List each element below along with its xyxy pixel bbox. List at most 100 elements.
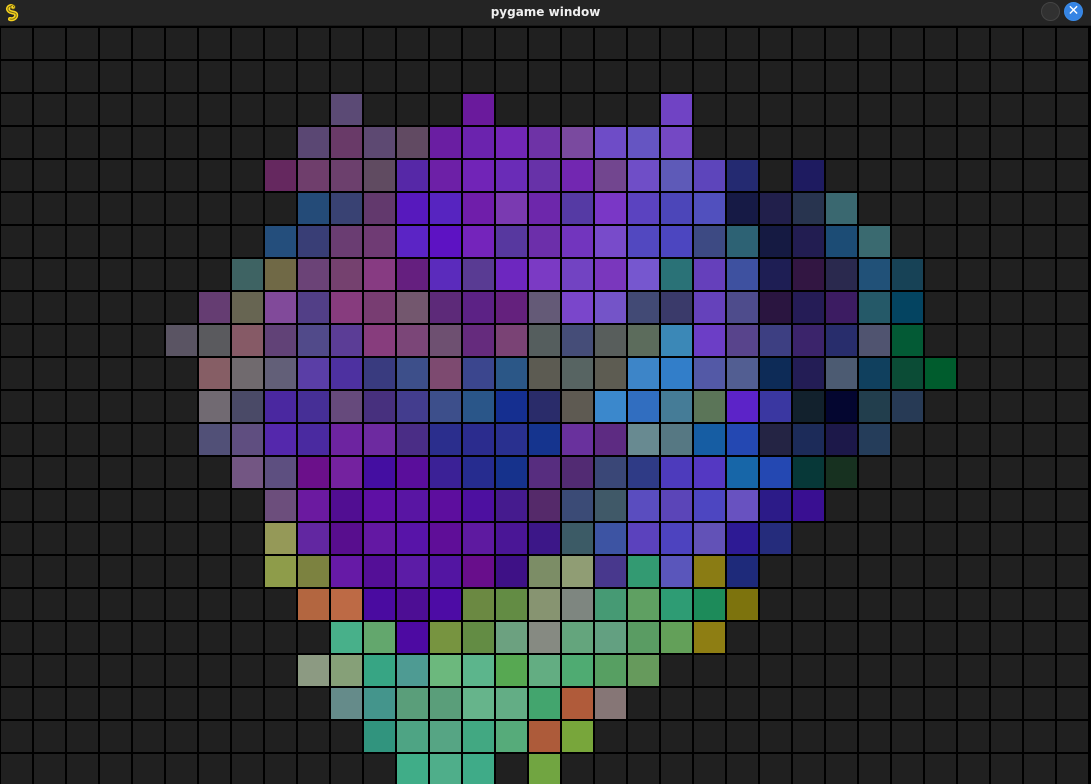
pixel-cell-empty[interactable] — [760, 556, 791, 587]
pixel-cell-filled[interactable] — [331, 160, 362, 191]
pixel-cell-filled[interactable] — [397, 457, 428, 488]
pixel-cell-empty[interactable] — [133, 193, 164, 224]
pixel-cell-empty[interactable] — [793, 622, 824, 653]
pixel-cell-empty[interactable] — [958, 325, 989, 356]
pixel-cell-filled[interactable] — [661, 556, 692, 587]
pixel-cell-filled[interactable] — [628, 424, 659, 455]
pixel-cell-empty[interactable] — [67, 28, 98, 59]
pixel-cell-filled[interactable] — [397, 622, 428, 653]
pixel-cell-filled[interactable] — [727, 391, 758, 422]
pixel-cell-empty[interactable] — [826, 523, 857, 554]
pixel-cell-filled[interactable] — [364, 622, 395, 653]
pixel-cell-filled[interactable] — [859, 259, 890, 290]
pixel-cell-empty[interactable] — [1, 358, 32, 389]
pixel-cell-filled[interactable] — [397, 721, 428, 752]
pixel-cell-filled[interactable] — [562, 193, 593, 224]
pixel-cell-empty[interactable] — [232, 160, 263, 191]
pixel-cell-filled[interactable] — [628, 391, 659, 422]
pixel-cell-empty[interactable] — [991, 688, 1022, 719]
pixel-cell-empty[interactable] — [67, 94, 98, 125]
pixel-cell-filled[interactable] — [562, 424, 593, 455]
pixel-cell-filled[interactable] — [661, 391, 692, 422]
pixel-cell-filled[interactable] — [793, 193, 824, 224]
pixel-cell-filled[interactable] — [694, 391, 725, 422]
pixel-cell-filled[interactable] — [364, 556, 395, 587]
pixel-cell-empty[interactable] — [67, 589, 98, 620]
pixel-cell-filled[interactable] — [529, 193, 560, 224]
pixel-cell-filled[interactable] — [562, 391, 593, 422]
pixel-cell-filled[interactable] — [529, 259, 560, 290]
pixel-cell-empty[interactable] — [166, 523, 197, 554]
pixel-cell-empty[interactable] — [397, 28, 428, 59]
pixel-cell-empty[interactable] — [1057, 127, 1088, 158]
pixel-cell-filled[interactable] — [661, 325, 692, 356]
pixel-cell-filled[interactable] — [727, 160, 758, 191]
pixel-cell-empty[interactable] — [958, 754, 989, 784]
pixel-cell-empty[interactable] — [892, 193, 923, 224]
pixel-cell-empty[interactable] — [892, 721, 923, 752]
pixel-cell-empty[interactable] — [1057, 61, 1088, 92]
pixel-cell-empty[interactable] — [34, 61, 65, 92]
pixel-cell-filled[interactable] — [463, 589, 494, 620]
pixel-cell-empty[interactable] — [199, 589, 230, 620]
pixel-cell-filled[interactable] — [331, 523, 362, 554]
pixel-cell-filled[interactable] — [694, 226, 725, 257]
pixel-cell-empty[interactable] — [265, 721, 296, 752]
pixel-cell-filled[interactable] — [628, 358, 659, 389]
pixel-cell-filled[interactable] — [562, 226, 593, 257]
pixel-cell-empty[interactable] — [199, 127, 230, 158]
pixel-cell-filled[interactable] — [331, 226, 362, 257]
pixel-cell-filled[interactable] — [661, 226, 692, 257]
pixel-cell-filled[interactable] — [364, 127, 395, 158]
pixel-cell-empty[interactable] — [34, 523, 65, 554]
pixel-cell-empty[interactable] — [859, 655, 890, 686]
pixel-cell-filled[interactable] — [793, 292, 824, 323]
pixel-cell-empty[interactable] — [925, 160, 956, 191]
pixel-cell-filled[interactable] — [562, 457, 593, 488]
pixel-cell-empty[interactable] — [199, 523, 230, 554]
pixel-cell-empty[interactable] — [826, 589, 857, 620]
pixel-cell-empty[interactable] — [232, 523, 263, 554]
pixel-cell-filled[interactable] — [199, 325, 230, 356]
pixel-cell-filled[interactable] — [694, 424, 725, 455]
pixel-cell-filled[interactable] — [199, 424, 230, 455]
pixel-cell-empty[interactable] — [199, 688, 230, 719]
pixel-cell-filled[interactable] — [595, 490, 626, 521]
pixel-cell-empty[interactable] — [1057, 589, 1088, 620]
pixel-cell-empty[interactable] — [760, 61, 791, 92]
pixel-cell-filled[interactable] — [265, 226, 296, 257]
pixel-cell-empty[interactable] — [694, 61, 725, 92]
pixel-cell-empty[interactable] — [826, 754, 857, 784]
pixel-cell-filled[interactable] — [628, 259, 659, 290]
pixel-cell-empty[interactable] — [133, 655, 164, 686]
pixel-cell-empty[interactable] — [34, 589, 65, 620]
pixel-cell-empty[interactable] — [100, 589, 131, 620]
pixel-cell-empty[interactable] — [1, 94, 32, 125]
pixel-cell-filled[interactable] — [760, 457, 791, 488]
pixel-cell-empty[interactable] — [166, 160, 197, 191]
pixel-cell-empty[interactable] — [67, 160, 98, 191]
pixel-cell-filled[interactable] — [892, 292, 923, 323]
pixel-cell-empty[interactable] — [1024, 61, 1055, 92]
pixel-cell-empty[interactable] — [991, 127, 1022, 158]
pixel-cell-empty[interactable] — [760, 94, 791, 125]
pixel-cell-filled[interactable] — [397, 160, 428, 191]
pixel-cell-filled[interactable] — [727, 490, 758, 521]
pixel-cell-empty[interactable] — [793, 523, 824, 554]
pixel-cell-empty[interactable] — [67, 325, 98, 356]
pixel-cell-empty[interactable] — [67, 391, 98, 422]
pixel-cell-empty[interactable] — [232, 754, 263, 784]
pixel-cell-filled[interactable] — [364, 457, 395, 488]
pixel-cell-empty[interactable] — [991, 589, 1022, 620]
pixel-cell-filled[interactable] — [430, 424, 461, 455]
pixel-cell-filled[interactable] — [430, 325, 461, 356]
pixel-cell-empty[interactable] — [34, 457, 65, 488]
pixel-cell-empty[interactable] — [298, 28, 329, 59]
pixel-cell-empty[interactable] — [1057, 754, 1088, 784]
pixel-cell-empty[interactable] — [1, 259, 32, 290]
pixel-cell-empty[interactable] — [199, 226, 230, 257]
pixel-cell-empty[interactable] — [232, 688, 263, 719]
pixel-cell-empty[interactable] — [100, 688, 131, 719]
pixel-cell-empty[interactable] — [133, 622, 164, 653]
pixel-cell-filled[interactable] — [298, 160, 329, 191]
